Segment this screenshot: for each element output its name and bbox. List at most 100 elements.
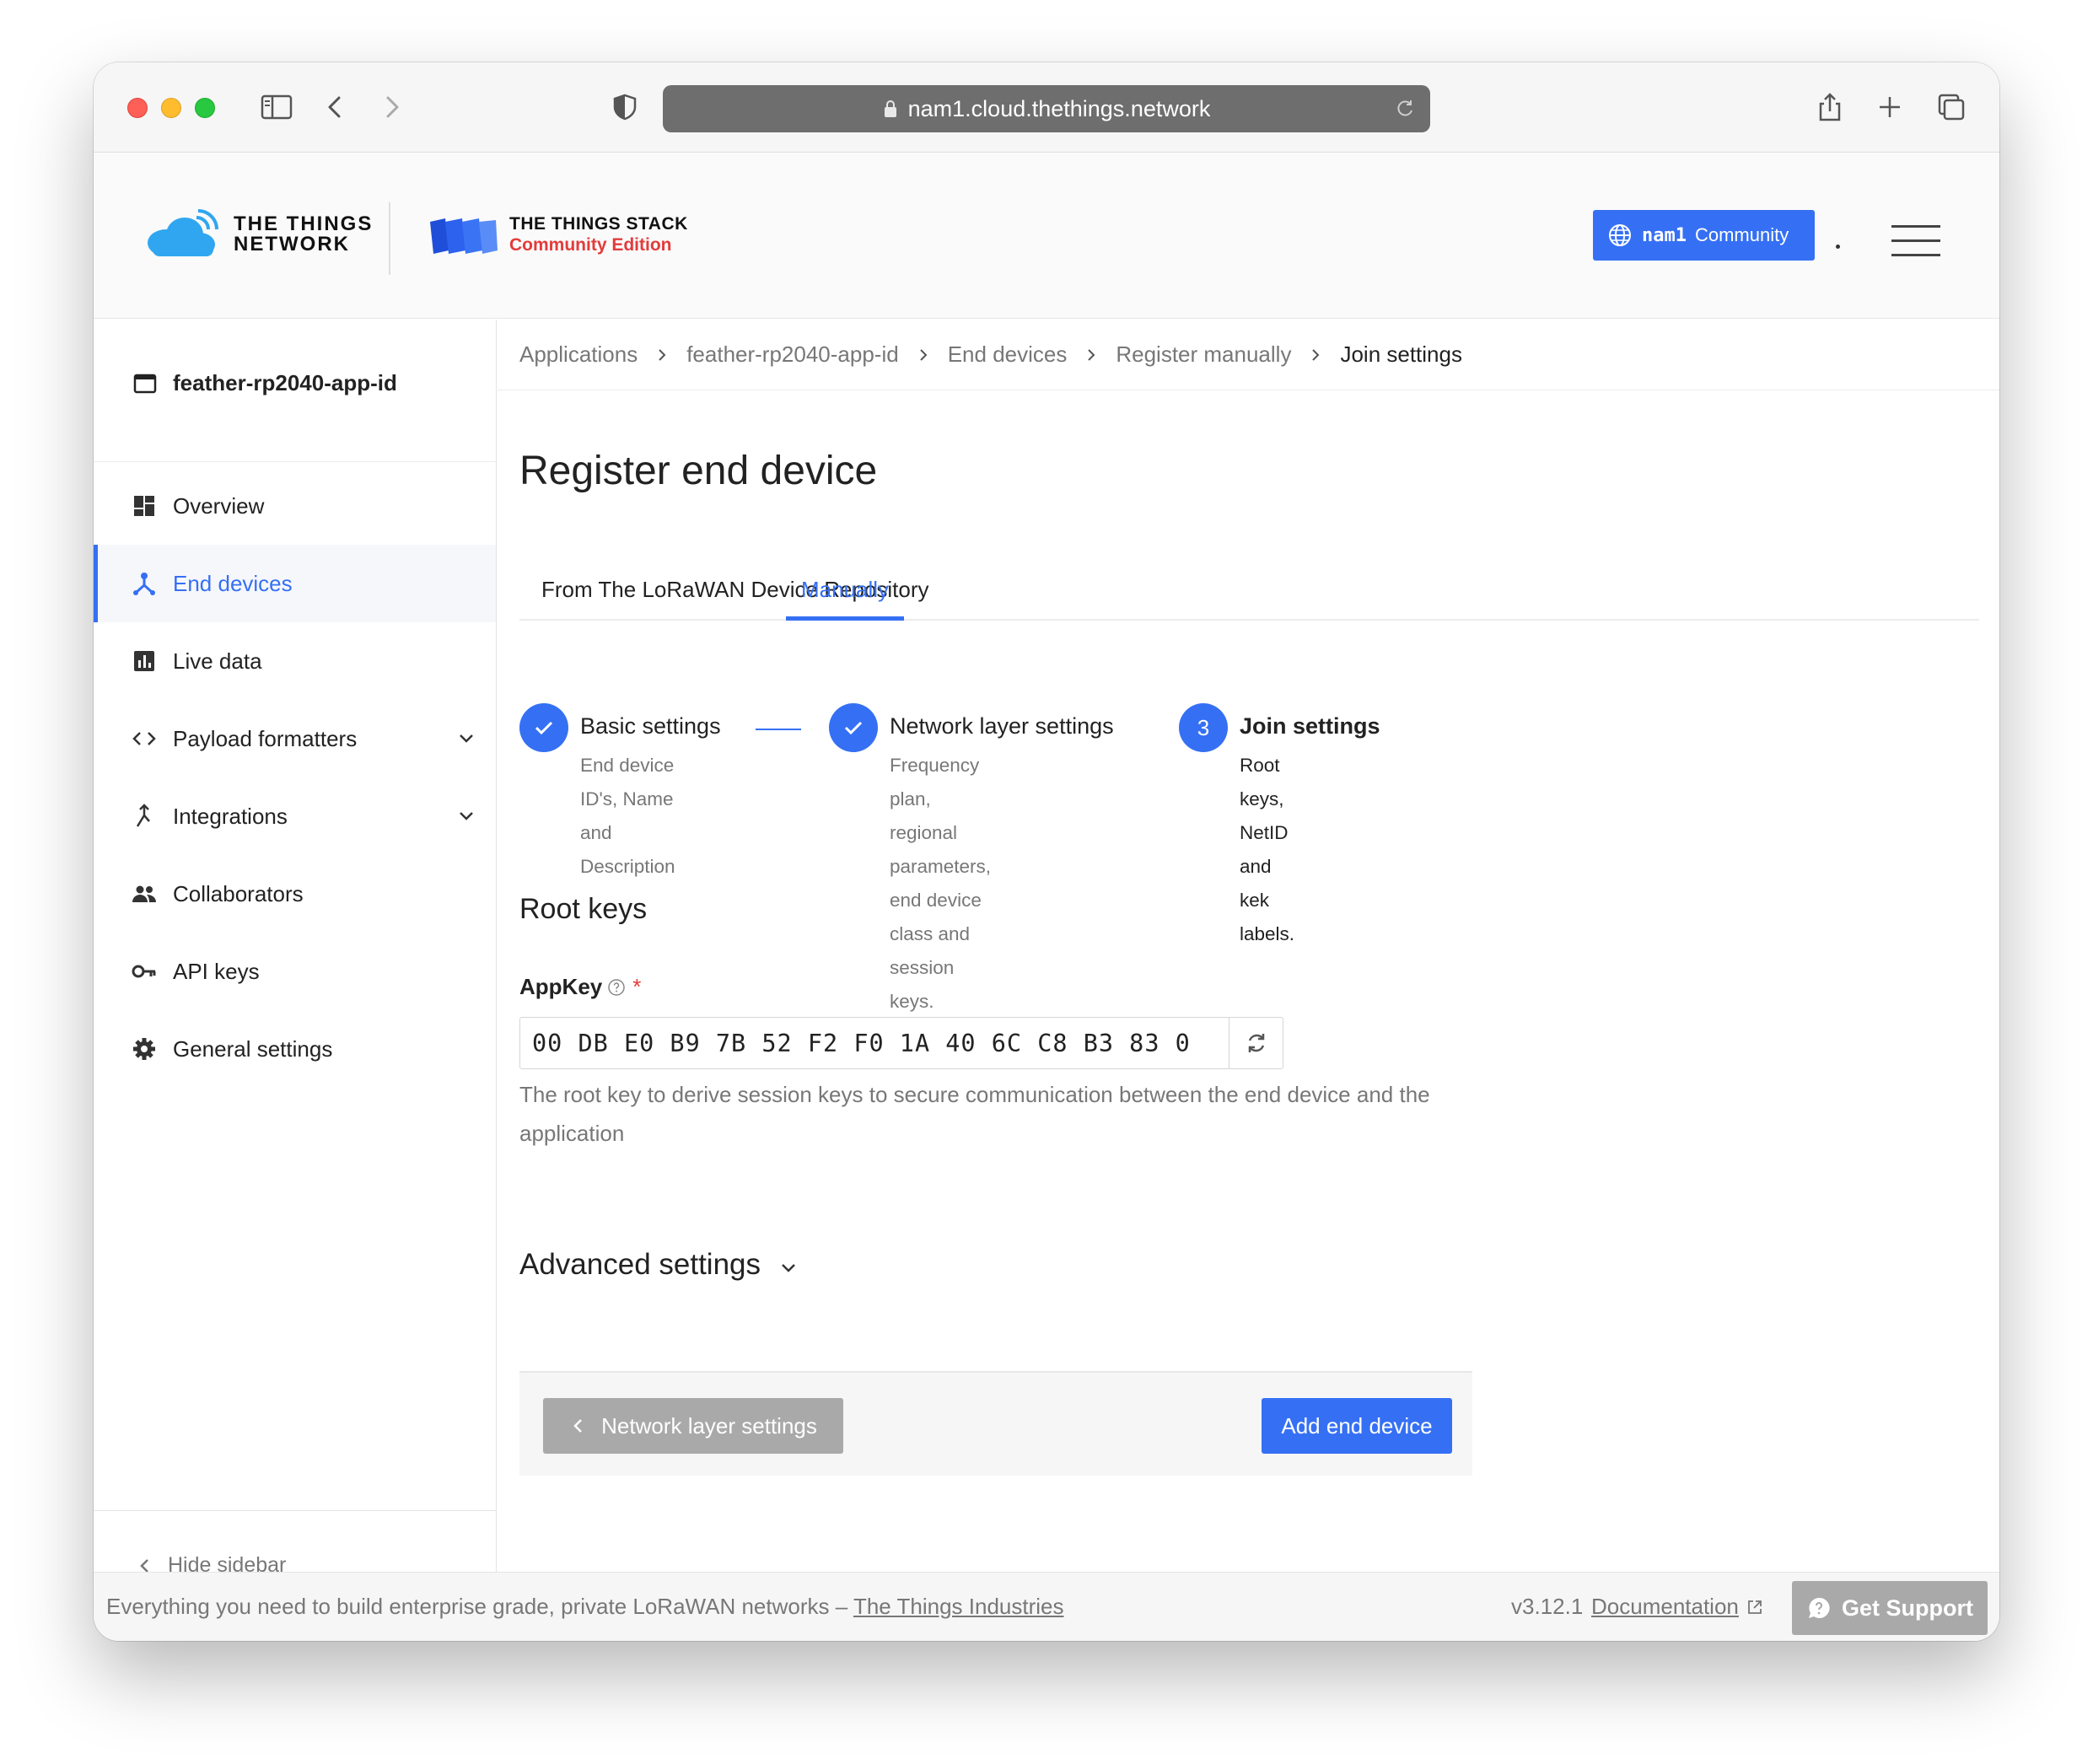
get-support-label: Get Support [1842,1595,1973,1621]
header-dot: . [1836,245,1840,249]
sidebar-item-live-data[interactable]: Live data [94,622,496,700]
sidebar-item-label: Live data [173,648,262,674]
step-desc-line: End device ID's, Name [580,755,675,809]
privacy-shield-icon[interactable] [605,88,644,126]
step-title: Join settings [1240,713,1380,739]
sidebar-item-label: End devices [173,570,293,596]
ttn-logo-line1: THE THINGS [234,212,374,235]
sidebar-app-id: feather-rp2040-app-id [173,370,397,395]
sidebar-item-api-keys[interactable]: API keys [94,933,496,1010]
step-desc-line: labels. [1240,923,1295,944]
section-title-root-keys: Root keys [519,893,648,925]
sidebar-divider [94,461,496,462]
sidebar-item-end-devices[interactable]: End devices [94,545,496,622]
previous-step-button[interactable]: Network layer settings [543,1398,843,1454]
sidebar-toggle-icon[interactable] [257,88,296,126]
tab-manually[interactable]: Manually [786,575,905,621]
sidebar-item-general-settings[interactable]: General settings [94,1010,496,1088]
sidebar-item-label: General settings [173,1035,333,1062]
add-end-device-button[interactable]: Add end device [1262,1398,1452,1454]
step-title: Network layer settings [890,713,1114,739]
sidebar-item-overview[interactable]: Overview [94,467,496,545]
url-text: nam1.cloud.thethings.network [907,95,1211,121]
zoom-window-button[interactable] [195,98,215,118]
breadcrumb-app-id[interactable]: feather-rp2040-app-id [686,342,899,368]
advanced-settings-toggle[interactable]: Advanced settings [519,1248,801,1282]
sidebar-item-label: API keys [173,958,260,984]
close-window-button[interactable] [127,98,148,118]
sidebar-item-collaborators[interactable]: Collaborators [94,855,496,933]
back-arrow-icon[interactable] [316,88,355,126]
breadcrumb-join-settings: Join settings [1340,342,1462,367]
breadcrumb-applications[interactable]: Applications [519,342,638,368]
refresh-icon [1248,1034,1264,1052]
devices-icon [133,573,155,595]
forward-arrow-icon[interactable] [372,88,411,126]
support-icon [1809,1597,1830,1618]
checkmark-icon [844,721,863,735]
lock-icon [884,100,896,117]
breadcrumb-register-manually[interactable]: Register manually [1116,342,1291,368]
chevron-right-icon [919,348,928,361]
stack-logo-line1: THE THINGS STACK [509,214,688,234]
required-indicator: * [632,974,642,999]
get-support-button[interactable]: Get Support [1792,1581,1988,1635]
browser-window: nam1.cloud.thethings.network THE THINGS [94,62,1999,1641]
minimize-window-button[interactable] [161,98,181,118]
chevron-right-icon [1312,348,1320,361]
footer-tti-link[interactable]: The Things Industries [853,1594,1064,1619]
breadcrumb: Applications feather-rp2040-app-id End d… [498,320,1999,390]
chevron-down-icon[interactable] [455,728,477,750]
merge-icon [136,804,150,827]
chevron-down-icon[interactable] [455,805,477,827]
ttn-logo-line2: NETWORK [234,233,350,255]
appkey-label-text: AppKey [519,974,603,999]
registration-tabs: From The LoRaWAN Device Repository Manua… [519,575,1979,621]
advanced-settings-label: Advanced settings [519,1248,761,1281]
ttn-logo[interactable]: THE THINGS NETWORK [141,209,373,260]
external-link-icon [1747,1600,1762,1614]
step-done-badge [829,703,878,752]
app-header: THE THINGS NETWORK THE THINGS STACK Comm… [94,153,1999,319]
share-icon[interactable] [1811,88,1849,126]
appkey-value[interactable]: 00 DB E0 B9 7B 52 F2 F0 1A 40 6C C8 B3 8… [520,1030,1229,1057]
key-icon [132,965,156,978]
stack-logo-icon [430,218,498,254]
gear-icon [133,1038,155,1060]
cluster-code: nam1 [1642,224,1687,246]
step-connector [756,729,801,730]
sidebar-item-payload-formatters[interactable]: Payload formatters [94,700,496,777]
chevron-down-icon [782,1264,795,1272]
sidebar-item-integrations[interactable]: Integrations [94,777,496,855]
sidebar-app-header: feather-rp2040-app-id [132,370,397,396]
breadcrumb-end-devices[interactable]: End devices [948,342,1068,368]
version-label: v3.12.1 [1511,1594,1584,1619]
documentation-link[interactable]: Documentation [1591,1594,1764,1620]
step-done-badge [519,703,568,752]
step-desc-line: class and session keys. [890,923,971,1012]
sidebar-footer-divider [94,1510,496,1511]
documentation-label: Documentation [1591,1594,1739,1619]
cluster-label: Community [1694,224,1789,245]
hamburger-menu-icon[interactable] [1891,225,1940,256]
step-desc-line: Root keys, NetID and kek [1240,755,1289,911]
help-icon[interactable] [607,978,626,997]
form-actions: Network layer settings Add end device [519,1371,1472,1476]
footer-tagline-text: Everything you need to build enterprise … [106,1594,853,1619]
chart-icon [134,651,154,671]
the-things-stack-logo[interactable]: THE THINGS STACK Community Edition [427,214,688,255]
tab-overview-icon[interactable] [1932,88,1971,126]
reload-icon[interactable] [1393,97,1417,121]
regenerate-key-button[interactable] [1229,1018,1283,1068]
address-bar[interactable]: nam1.cloud.thethings.network [663,85,1430,132]
chevron-left-icon [573,1419,582,1433]
chevron-right-icon [659,348,666,361]
step-number-badge: 3 [1179,703,1228,752]
appkey-input[interactable]: 00 DB E0 B9 7B 52 F2 F0 1A 40 6C C8 B3 8… [519,1017,1283,1069]
sidebar-item-label: Integrations [173,803,288,829]
appkey-label: AppKey * [519,974,641,1000]
new-tab-icon[interactable] [1870,88,1909,126]
cloud-logo-icon [148,209,218,256]
cluster-selector-button[interactable]: nam1 Community [1593,210,1815,261]
sidebar-item-label: Collaborators [173,880,304,906]
